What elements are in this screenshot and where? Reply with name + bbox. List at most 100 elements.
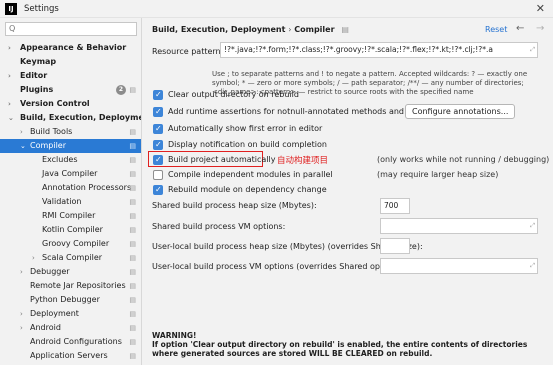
sidebar-item-deployment[interactable]: › Deployment ▤ [0,307,141,321]
settings-page-icon: ▤ [129,170,136,178]
sidebar-item-android[interactable]: › Android ▤ [0,321,141,335]
sidebar-item-label: Build, Execution, Deployment [20,113,142,122]
chevron-right-icon[interactable]: › [20,321,23,335]
sidebar-item-label: Keymap [20,57,57,66]
sidebar-item-plugins[interactable]: Plugins 2 ▤ [0,83,141,97]
sidebar-item-build-execution-deployment[interactable]: ⌄ Build, Execution, Deployment [0,111,142,125]
chevron-right-icon[interactable]: › [20,307,23,321]
sidebar-item-rmi-compiler[interactable]: RMI Compiler ▤ [0,209,141,223]
breadcrumb-separator: › [288,25,292,34]
settings-page-icon: ▤ [129,212,136,220]
compile-parallel-checkbox[interactable] [153,170,163,180]
sidebar-item-label: Build Tools [30,127,73,136]
breadcrumb-parent: Build, Execution, Deployment [152,25,286,34]
sidebar-item-android-configurations[interactable]: Android Configurations ▤ [0,335,141,349]
settings-page-icon: ▤ [129,198,136,206]
settings-search-input[interactable]: Q [5,22,137,36]
sidebar-item-label: RMI Compiler [42,211,96,220]
resource-patterns-field[interactable]: !?*.java;!?*.form;!?*.class;!?*.groovy;!… [220,42,538,58]
reset-link[interactable]: Reset [485,25,507,34]
configure-annotations-button[interactable]: Configure annotations... [405,104,516,119]
sidebar-item-validation[interactable]: Validation ▤ [0,195,141,209]
sidebar-item-version-control[interactable]: › Version Control [0,97,141,111]
user-vm-options-input[interactable]: ⤢ [380,258,538,274]
settings-page-icon: ▤ [129,310,136,318]
sidebar-item-java-compiler[interactable]: Java Compiler ▤ [0,167,141,181]
rebuild-dependency-checkbox[interactable] [153,185,163,195]
sidebar-item-label: Appearance & Behavior [20,43,127,52]
runtime-assertions-checkbox[interactable] [153,107,163,117]
sidebar-item-keymap[interactable]: Keymap [0,55,141,69]
sidebar-item-label: Deployment [30,309,79,318]
sidebar-item-scala-compiler[interactable]: › Scala Compiler ▤ [0,251,141,265]
chevron-right-icon[interactable]: › [20,125,23,139]
settings-page-icon: ▤ [129,254,136,262]
warning-message: WARNING! If option 'Clear output directo… [152,331,547,358]
settings-page-icon: ▤ [129,240,136,248]
back-arrow-icon[interactable]: ← [516,23,524,34]
chevron-down-icon[interactable]: ⌄ [8,111,14,125]
sidebar-item-debugger[interactable]: › Debugger ▤ [0,265,141,279]
settings-page-icon: ▤ [129,226,136,234]
chevron-right-icon[interactable]: › [8,41,11,55]
settings-page-icon: ▤ [129,142,136,150]
sidebar-item-label: Annotation Processors [42,183,132,192]
sidebar-item-application-servers[interactable]: Application Servers ▤ [0,349,141,363]
warning-text: If option 'Clear output directory on reb… [152,340,528,358]
sidebar-item-label: Editor [20,71,48,80]
heap-size-label: Shared build process heap size (Mbytes): [152,201,317,210]
show-first-error-checkbox[interactable] [153,124,163,134]
breadcrumb-current: Compiler [294,25,335,34]
build-automatically-note: (only works while not running / debuggin… [377,155,550,164]
warning-title: WARNING! [152,331,197,340]
chevron-down-icon[interactable]: ⌄ [20,139,26,153]
sidebar-item-annotation-processors[interactable]: Annotation Processors ▤ [0,181,141,195]
chevron-right-icon[interactable]: › [20,265,23,279]
forward-arrow-icon[interactable]: → [536,23,544,34]
settings-page-icon: ▤ [129,184,136,192]
sidebar-item-label: Scala Compiler [42,253,103,262]
rebuild-dependency-label: Rebuild module on dependency change [168,185,327,194]
chevron-right-icon[interactable]: › [8,97,11,111]
close-icon[interactable]: ✕ [536,2,545,15]
expand-icon[interactable]: ⤢ [530,219,535,233]
settings-page-icon: ▤ [129,352,136,360]
user-vm-options-label: User-local build process VM options (ove… [152,262,406,271]
sidebar-item-label: Plugins [20,85,54,94]
expand-icon[interactable]: ⤢ [530,259,535,273]
settings-page-icon: ▤ [129,338,136,346]
sidebar-item-compiler[interactable]: ⌄ Compiler ▤ [0,139,141,153]
vm-options-label: Shared build process VM options: [152,222,286,231]
settings-page-icon: ▤ [129,128,136,136]
sidebar-item-appearance-behavior[interactable]: › Appearance & Behavior [0,41,141,55]
resource-patterns-label: Resource patterns: [152,47,228,56]
sidebar-item-label: Groovy Compiler [42,239,110,248]
sidebar-item-remote-jar-repositories[interactable]: Remote Jar Repositories ▤ [0,279,141,293]
settings-page-icon: ▤ [129,156,136,164]
sidebar-item-groovy-compiler[interactable]: Groovy Compiler ▤ [0,237,141,251]
sidebar-item-editor[interactable]: › Editor [0,69,141,83]
sidebar-item-label: Version Control [20,99,90,108]
chevron-right-icon[interactable]: › [8,69,11,83]
sidebar-item-label: Android Configurations [30,337,122,346]
sidebar-item-kotlin-compiler[interactable]: Kotlin Compiler ▤ [0,223,141,237]
heap-size-input[interactable]: 700 [380,198,410,214]
expand-icon[interactable]: ⤢ [530,43,535,57]
build-automatically-checkbox[interactable] [153,155,163,165]
sidebar-item-label: Validation [42,197,82,206]
display-notification-checkbox[interactable] [153,140,163,150]
sidebar-item-label: Python Debugger [30,295,100,304]
compiler-settings-panel: Build, Execution, Deployment › Compiler … [143,18,553,365]
settings-page-icon: ▤ [129,324,136,332]
sidebar-item-label: Debugger [30,267,70,276]
user-heap-size-input[interactable] [380,238,410,254]
sidebar-item-build-tools[interactable]: › Build Tools ▤ [0,125,141,139]
compile-parallel-note: (may require larger heap size) [377,170,499,179]
sidebar-item-label: Remote Jar Repositories [30,281,126,290]
clear-output-checkbox[interactable] [153,90,163,100]
chevron-right-icon[interactable]: › [32,251,35,265]
sidebar-item-excludes[interactable]: Excludes ▤ [0,153,141,167]
sidebar-item-python-debugger[interactable]: Python Debugger ▤ [0,293,141,307]
vm-options-input[interactable]: ⤢ [380,218,538,234]
display-notification-label: Display notification on build completion [168,140,327,149]
